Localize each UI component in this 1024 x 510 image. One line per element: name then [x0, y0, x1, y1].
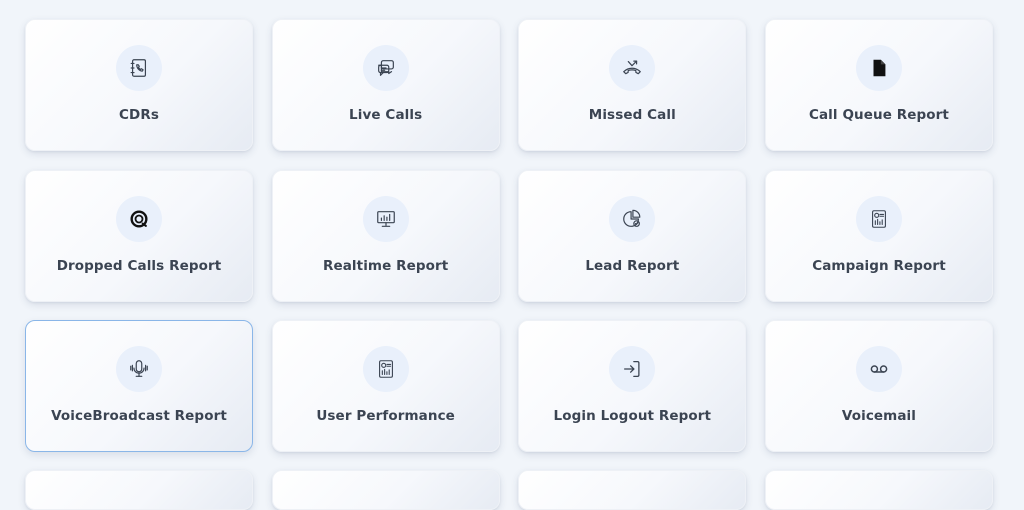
- card-label: User Performance: [316, 408, 455, 424]
- report-grid-next-row: [25, 470, 993, 510]
- monitor-chart-icon: [362, 195, 409, 242]
- card-label: Missed Call: [588, 107, 676, 123]
- missed-call-icon: [609, 45, 656, 91]
- report-chart-icon: [855, 195, 902, 242]
- microphone-icon: [116, 346, 162, 392]
- document-icon: [855, 45, 902, 91]
- login-icon: [609, 346, 656, 392]
- report-card-missed-call[interactable]: Missed Call: [518, 19, 747, 151]
- report-card-partial[interactable]: [518, 470, 747, 510]
- report-card-partial[interactable]: [764, 470, 993, 510]
- report-card-partial[interactable]: [271, 470, 500, 510]
- report-card-cdrs[interactable]: CDRs: [25, 19, 253, 151]
- report-card-voicebroadcast-report[interactable]: VoiceBroadcast Report: [25, 320, 253, 452]
- report-card-dropped-calls-report[interactable]: Dropped Calls Report: [25, 169, 253, 302]
- card-label: Call Queue Report: [808, 107, 949, 123]
- report-card-realtime-report[interactable]: Realtime Report: [271, 169, 500, 302]
- report-card-voicemail[interactable]: Voicemail: [764, 320, 993, 452]
- card-label: VoiceBroadcast Report: [51, 408, 227, 424]
- dropped-call-icon: [116, 195, 162, 242]
- report-card-login-logout-report[interactable]: Login Logout Report: [518, 320, 747, 452]
- voicemail-icon: [855, 346, 902, 392]
- card-label: Login Logout Report: [553, 408, 712, 424]
- report-card-live-calls[interactable]: Live Calls: [271, 19, 500, 151]
- report-grid: CDRs Live Calls Missed Call Call Queue R…: [25, 19, 993, 452]
- phone-book-icon: [116, 45, 162, 91]
- card-label: CDRs: [119, 107, 159, 123]
- report-chart-icon: [362, 346, 409, 392]
- report-card-user-performance[interactable]: User Performance: [271, 320, 500, 452]
- report-card-lead-report[interactable]: Lead Report: [518, 169, 747, 302]
- card-label: Dropped Calls Report: [56, 257, 222, 274]
- report-card-partial[interactable]: [25, 470, 253, 510]
- card-label: Realtime Report: [322, 257, 449, 274]
- card-label: Voicemail: [841, 408, 917, 424]
- card-label: Live Calls: [349, 107, 423, 123]
- report-card-call-queue-report[interactable]: Call Queue Report: [764, 19, 993, 151]
- pie-chart-icon: [609, 195, 656, 242]
- chat-bubbles-icon: [362, 45, 409, 91]
- card-label: Lead Report: [585, 257, 680, 274]
- card-label: Campaign Report: [812, 257, 946, 274]
- report-card-campaign-report[interactable]: Campaign Report: [764, 169, 993, 302]
